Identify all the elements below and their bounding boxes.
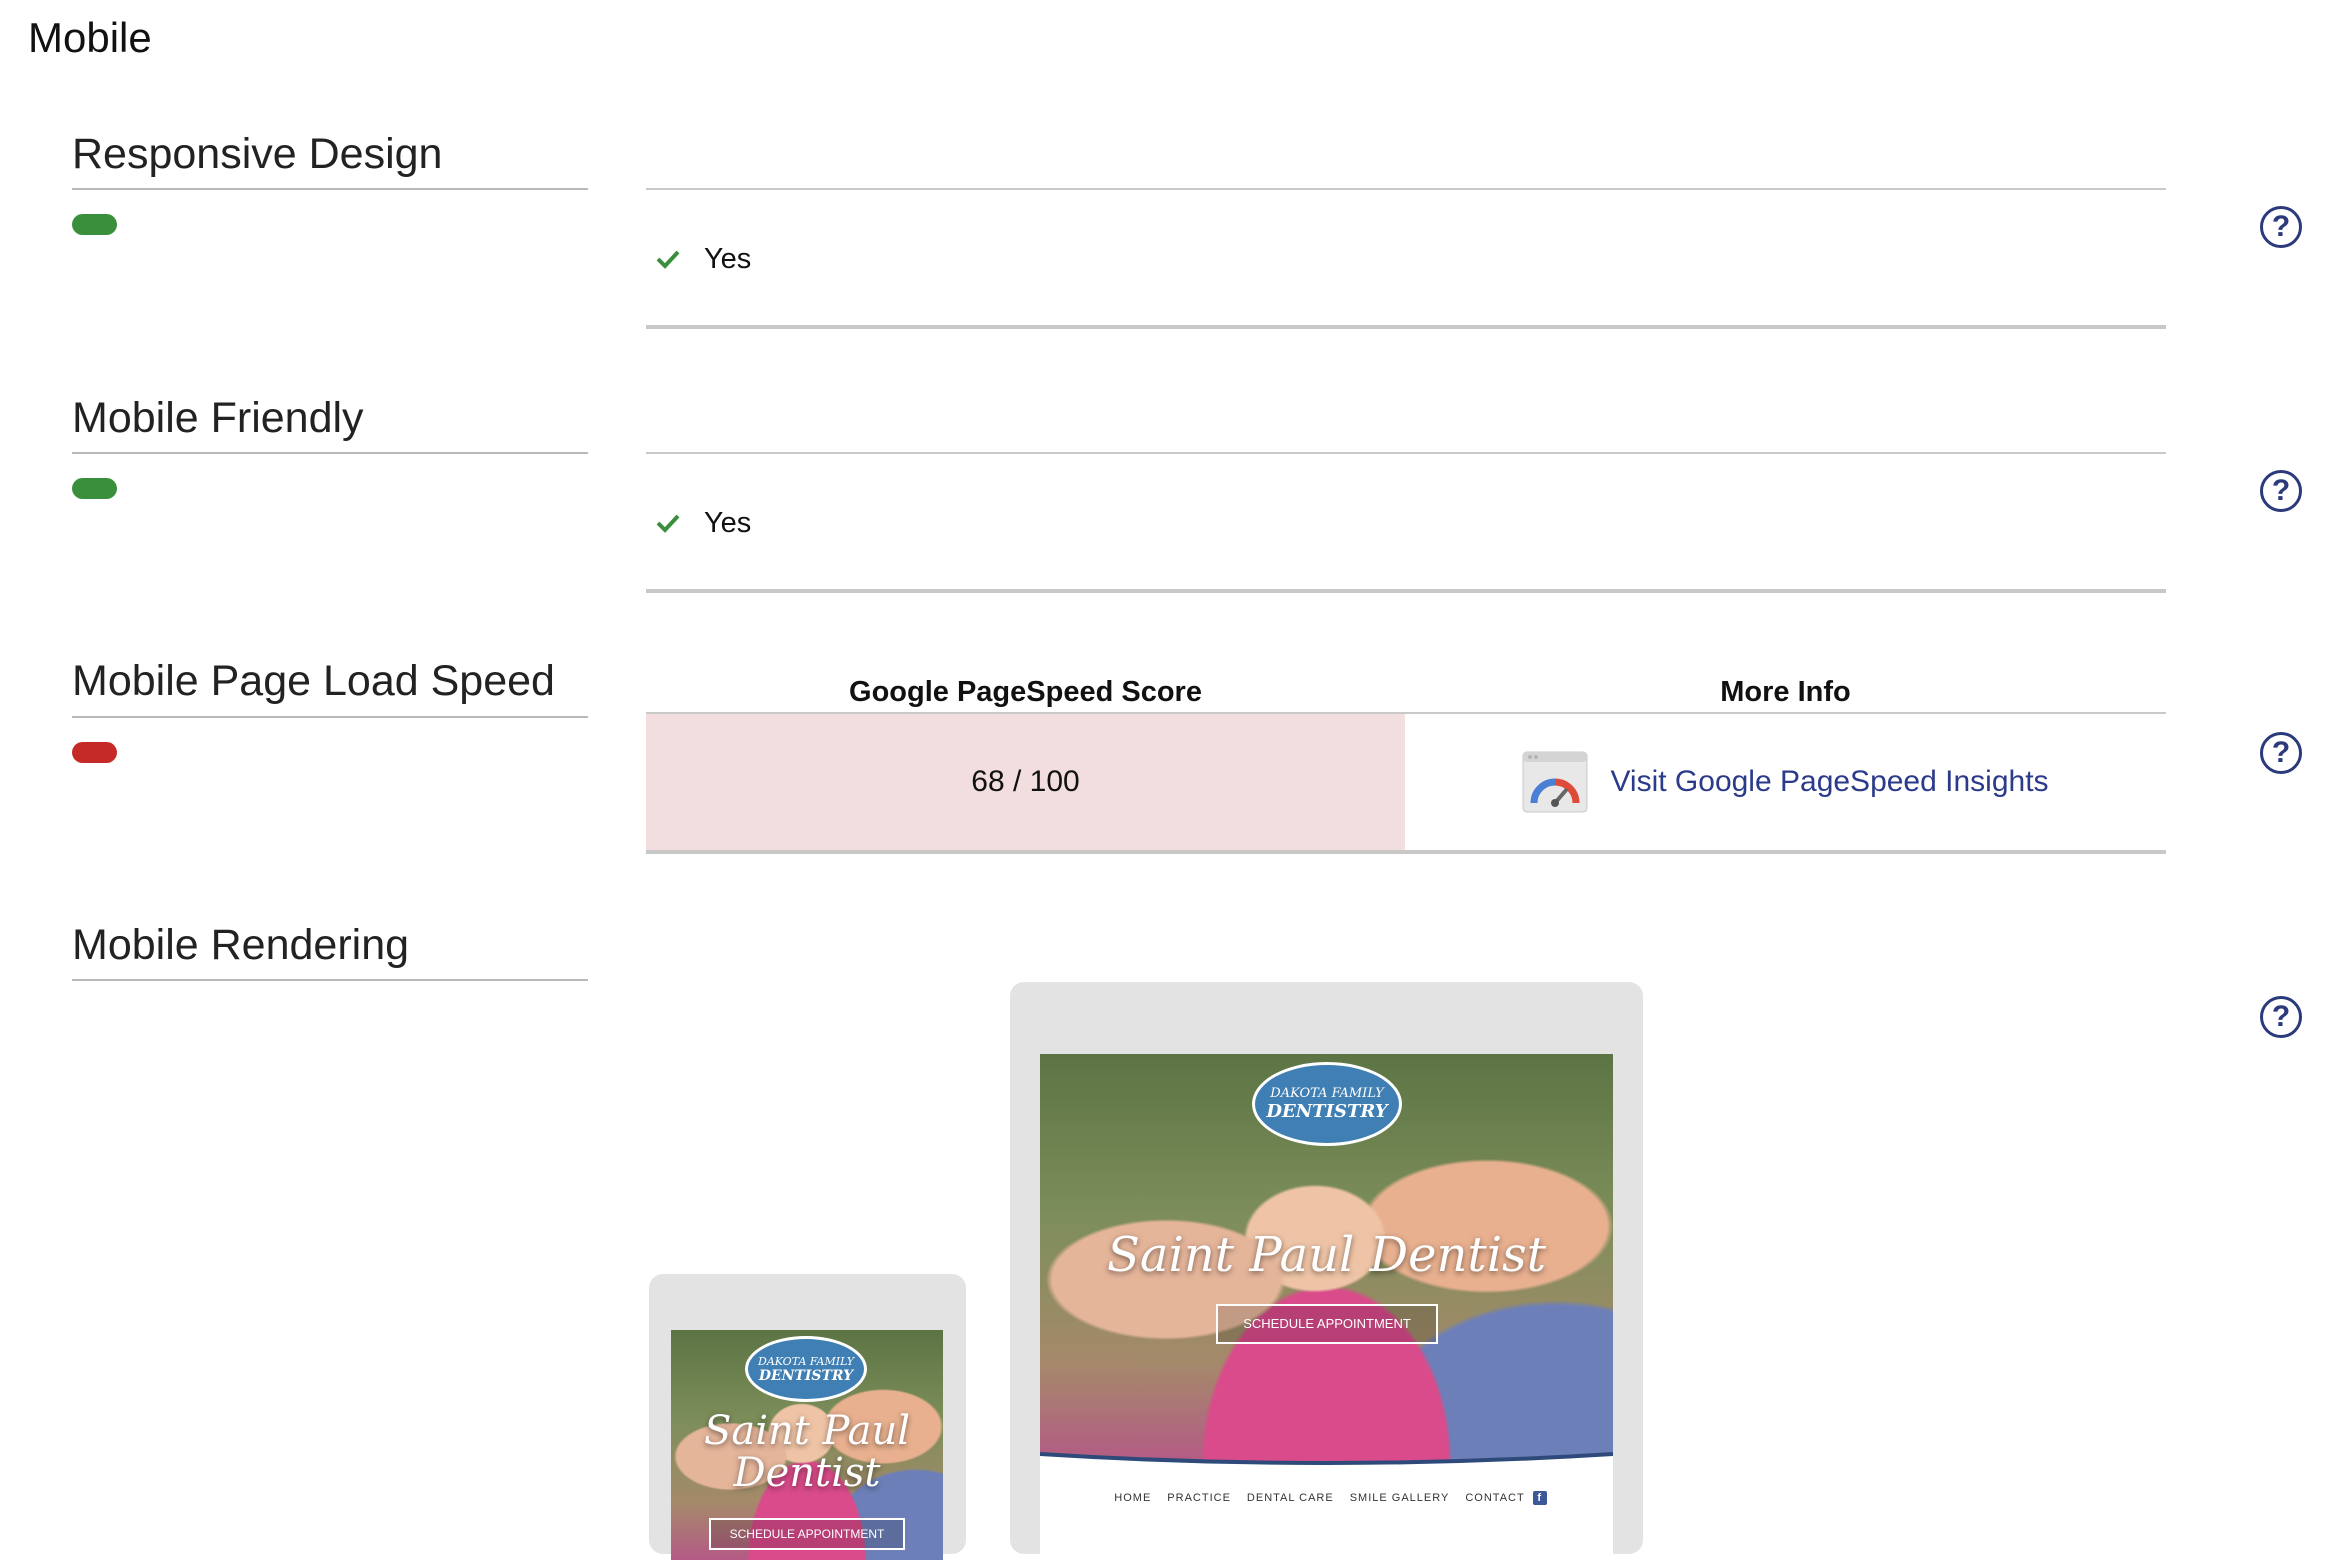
phone-screen: DAKOTA FAMILY DENTISTRY Saint Paul Denti… — [671, 1330, 943, 1560]
section-divider — [72, 979, 588, 981]
nav-item-smile-gallery[interactable]: SMILE GALLERY — [1350, 1492, 1450, 1504]
result-row: Yes — [656, 239, 751, 279]
content-top-rule — [646, 452, 2166, 454]
help-icon[interactable]: ? — [2260, 206, 2302, 248]
hero-title: Saint Paul Dentist — [703, 1408, 911, 1496]
hero-title: Saint Paul Dentist — [1107, 1227, 1546, 1283]
content-bottom-rule — [646, 589, 2166, 593]
result-text: Yes — [704, 506, 752, 539]
tablet-device-frame: DAKOTA FAMILY DENTISTRY Saint Paul Denti… — [1010, 982, 1643, 1554]
content-bottom-rule — [646, 850, 2166, 854]
column-header-score: Google PageSpeed Score — [849, 676, 1202, 708]
nav-item-practice[interactable]: PRACTICE — [1167, 1492, 1231, 1504]
schedule-appointment-button[interactable]: SCHEDULE APPOINTMENT — [709, 1518, 905, 1550]
result-text: Yes — [704, 242, 752, 275]
more-info-cell: Visit Google PageSpeed Insights — [1405, 714, 2166, 850]
status-pill-bad — [72, 742, 117, 763]
checkmark-icon — [656, 514, 680, 533]
nav-item-contact[interactable]: CONTACT — [1465, 1492, 1524, 1504]
site-logo: DAKOTA FAMILY DENTISTRY — [1252, 1062, 1402, 1146]
logo-top-text: DAKOTA FAMILY — [1270, 1086, 1384, 1101]
help-icon[interactable]: ? — [2260, 732, 2302, 774]
section-divider — [72, 188, 588, 190]
status-pill-good — [72, 214, 117, 235]
checkmark-icon — [656, 250, 680, 269]
pagespeed-score-cell: 68 / 100 — [646, 714, 1405, 850]
pagespeed-gauge-icon — [1522, 751, 1588, 813]
logo-bottom-text: DENTISTRY — [1266, 1101, 1388, 1122]
section-divider — [72, 452, 588, 454]
site-logo: DAKOTA FAMILY DENTISTRY — [745, 1336, 867, 1402]
nav-item-home[interactable]: HOME — [1114, 1492, 1151, 1504]
logo-bottom-text: DENTISTRY — [758, 1367, 854, 1384]
phone-device-frame: DAKOTA FAMILY DENTISTRY Saint Paul Denti… — [649, 1274, 966, 1560]
facebook-icon[interactable]: f — [1532, 1491, 1547, 1505]
section-label-responsive-design: Responsive Design — [72, 130, 443, 178]
tablet-screen: DAKOTA FAMILY DENTISTRY Saint Paul Denti… — [1040, 1054, 1613, 1554]
site-nav: HOME PRACTICE DENTAL CARE SMILE GALLERY … — [1040, 1486, 1613, 1510]
page-title: Mobile — [28, 14, 152, 61]
result-row: Yes — [656, 503, 751, 543]
schedule-appointment-button[interactable]: SCHEDULE APPOINTMENT — [1216, 1304, 1438, 1344]
content-bottom-rule — [646, 325, 2166, 329]
help-icon[interactable]: ? — [2260, 996, 2302, 1038]
column-header-more-info: More Info — [1720, 676, 1851, 708]
content-top-rule — [646, 188, 2166, 190]
help-icon[interactable]: ? — [2260, 470, 2302, 512]
logo-top-text: DAKOTA FAMILY — [758, 1354, 854, 1368]
section-label-mobile-page-load-speed: Mobile Page Load Speed — [72, 657, 555, 705]
section-label-mobile-friendly: Mobile Friendly — [72, 394, 364, 442]
nav-item-dental-care[interactable]: DENTAL CARE — [1247, 1492, 1334, 1504]
pagespeed-score: 68 / 100 — [971, 765, 1080, 798]
status-pill-good — [72, 478, 117, 499]
header-curve — [1040, 1452, 1613, 1472]
section-label-mobile-rendering: Mobile Rendering — [72, 921, 410, 969]
pagespeed-insights-link[interactable]: Visit Google PageSpeed Insights — [1610, 765, 2048, 799]
section-divider — [72, 716, 588, 718]
